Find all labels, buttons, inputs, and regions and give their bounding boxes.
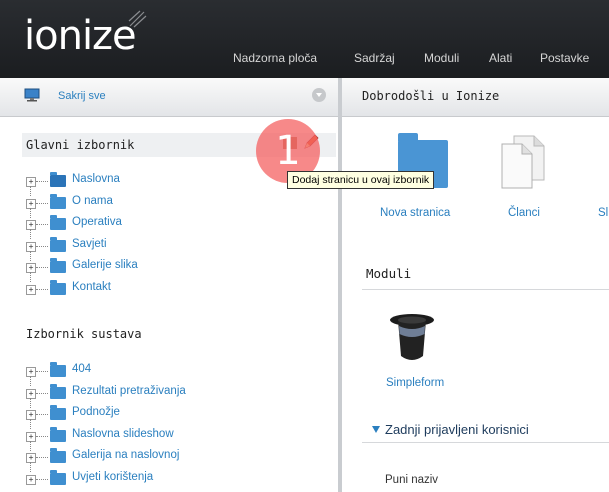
nav-content[interactable]: Sadržaj	[354, 51, 395, 65]
new-page-label[interactable]: Nova stranica	[380, 207, 450, 219]
tree-item-label[interactable]: Savjeti	[72, 238, 107, 250]
collapse-icon[interactable]	[312, 88, 326, 102]
nav-dashboard[interactable]: Nadzorna ploča	[233, 51, 317, 65]
monitor-icon	[24, 88, 40, 102]
expand-icon[interactable]: +	[26, 388, 36, 399]
tree-item-label[interactable]: Operativa	[72, 216, 122, 228]
tree-connector	[36, 457, 48, 458]
tree-connector	[36, 478, 48, 480]
left-panel-header: Sakrij sve	[0, 78, 338, 117]
expand-icon[interactable]: +	[26, 453, 36, 463]
tooltip: Dodaj stranicu u ovaj izbornik	[287, 171, 435, 189]
tree-item-label[interactable]: O nama	[72, 195, 113, 207]
tree-item-label[interactable]: Galerija na naslovnoj	[72, 449, 179, 461]
tree-connector	[36, 267, 48, 268]
modules-title: Moduli	[366, 266, 412, 281]
folder-icon	[50, 258, 66, 273]
step-badge-number: 1	[275, 128, 301, 174]
expand-icon[interactable]: +	[26, 220, 36, 230]
tree-item-label[interactable]: Rezultati pretraživanja	[72, 385, 186, 397]
folder-icon	[50, 426, 66, 442]
folder-icon	[50, 383, 66, 399]
nav-modules[interactable]: Moduli	[424, 51, 459, 65]
collapse-arrow-icon[interactable]	[372, 426, 380, 433]
simpleform-label[interactable]: Simpleform	[386, 377, 444, 389]
tree-item-label[interactable]: 404	[72, 363, 91, 375]
expand-icon[interactable]: +	[26, 431, 36, 442]
tree-connector	[30, 397, 31, 408]
expand-icon[interactable]: +	[26, 198, 36, 209]
tree-connector	[30, 419, 31, 429]
expand-icon[interactable]: +	[26, 263, 36, 273]
tree-connector	[30, 186, 31, 196]
divider	[362, 442, 609, 443]
tree-connector	[30, 462, 31, 472]
expand-icon[interactable]: +	[26, 367, 36, 377]
folder-icon	[50, 215, 66, 230]
welcome-title: Dobrodošli u Ionize	[362, 89, 500, 103]
folder-icon	[50, 193, 66, 209]
tree-connector	[30, 207, 31, 218]
tree-connector	[30, 272, 31, 282]
third-tile-label[interactable]: Sl	[598, 207, 608, 219]
tree-connector	[36, 371, 48, 372]
expand-icon[interactable]: +	[26, 284, 36, 295]
simpleform-tile[interactable]: Simpleform	[386, 375, 444, 389]
folder-icon	[50, 362, 66, 377]
tree-connector	[36, 435, 48, 437]
top-bar: ionize Nadzorna ploča Sadržaj Moduli Ala…	[0, 0, 609, 78]
tree-item-label[interactable]: Kontakt	[72, 281, 111, 293]
hide-all-link[interactable]: Sakrij sve	[58, 90, 106, 102]
expand-icon[interactable]: +	[26, 241, 36, 252]
main-menu-title: Glavni izbornik	[26, 138, 135, 152]
nav-tools[interactable]: Alati	[489, 51, 512, 65]
tree-connector	[36, 224, 48, 225]
expand-icon[interactable]: +	[26, 410, 36, 420]
folder-icon	[50, 448, 66, 463]
folder-icon	[50, 236, 66, 252]
system-menu-title: Izbornik sustava	[26, 327, 142, 341]
logo: ionize	[24, 13, 137, 59]
simpleform-icon[interactable]	[388, 308, 436, 366]
full-name-header: Puni naziv	[385, 474, 439, 486]
logo-flare-icon	[128, 10, 147, 28]
expand-icon[interactable]: +	[26, 474, 36, 485]
tree-connector	[36, 288, 48, 290]
tree-connector	[30, 250, 31, 261]
tree-connector	[36, 414, 48, 415]
articles-label[interactable]: Članci	[508, 207, 540, 219]
tree-connector	[30, 376, 31, 386]
expand-icon[interactable]: +	[26, 177, 36, 187]
folder-icon	[50, 405, 66, 420]
tree-connector	[30, 440, 31, 451]
tree-item-label[interactable]: Naslovna slideshow	[72, 428, 174, 440]
nav-settings[interactable]: Postavke	[540, 51, 589, 65]
right-panel-header: Dobrodošli u Ionize	[342, 78, 609, 117]
articles-icon[interactable]	[498, 134, 546, 190]
tree-connector	[36, 245, 48, 247]
tree-item-label[interactable]: Naslovna	[72, 173, 120, 185]
folder-icon	[50, 469, 66, 485]
tree-item-label[interactable]: Galerije slika	[72, 259, 138, 271]
tree-item-label[interactable]: Uvjeti korištenja	[72, 471, 153, 483]
tree-connector	[36, 202, 48, 204]
divider	[362, 289, 609, 290]
tree-connector	[30, 229, 31, 239]
last-users-title[interactable]: Zadnji prijavljeni korisnici	[385, 422, 529, 437]
new-page-tile[interactable]: Nova stranica	[380, 205, 450, 219]
articles-tile[interactable]: Članci	[508, 205, 540, 219]
folder-icon	[50, 279, 66, 295]
tree-item-label[interactable]: Podnožje	[72, 406, 120, 418]
tree-connector	[36, 392, 48, 394]
third-tile[interactable]: Sl	[598, 205, 608, 219]
tree-connector	[36, 181, 48, 182]
home-folder-icon	[50, 172, 66, 187]
